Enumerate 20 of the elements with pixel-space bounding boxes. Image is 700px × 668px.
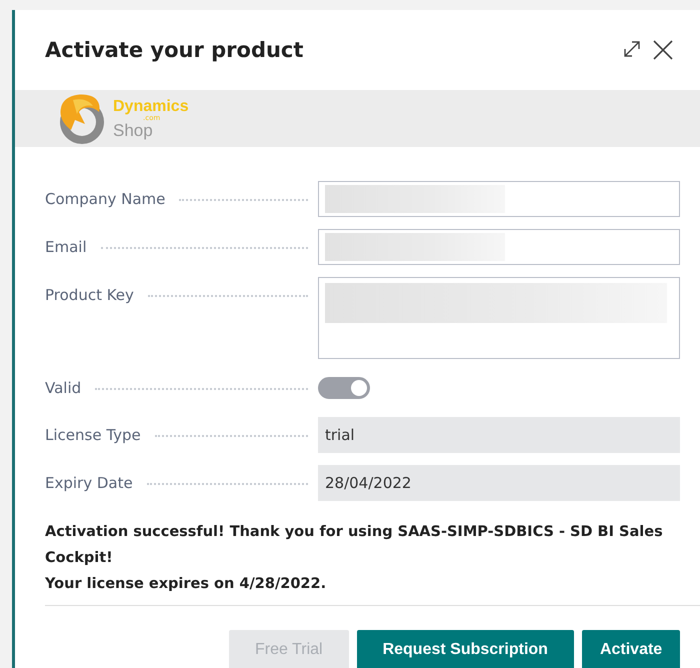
dialog-button[interactable]: Request Subscription <box>356 630 574 668</box>
status-message: Your license expires on 4/28/2022. <box>45 575 328 594</box>
field-label: License Type <box>45 426 141 444</box>
readonly-field: trial <box>318 417 680 453</box>
readonly-field: 28/04/2022 <box>318 465 680 501</box>
dialog-button[interactable]: Activate <box>582 630 680 668</box>
text-area[interactable] <box>318 277 680 359</box>
toggle-switch[interactable] <box>318 377 370 399</box>
field-label: Product Key <box>45 286 134 304</box>
field-label: Email <box>45 238 87 256</box>
field-label: Company Name <box>45 190 166 208</box>
logo-shop-text: Shop <box>113 122 154 138</box>
logo-brand-text: Dynamics <box>113 98 189 114</box>
status-message: Activation successful! Thank you for using SAAS-SIMP-SDBICS - SD BI Sales Cockpit! <box>45 523 664 568</box>
field-label: Expiry Date <box>45 474 133 492</box>
field-label: Valid <box>45 379 82 397</box>
input-field[interactable] <box>318 229 680 265</box>
input-field[interactable] <box>318 181 680 217</box>
dialog-title: Activate your product <box>45 38 304 62</box>
close-icon[interactable] <box>652 39 674 61</box>
